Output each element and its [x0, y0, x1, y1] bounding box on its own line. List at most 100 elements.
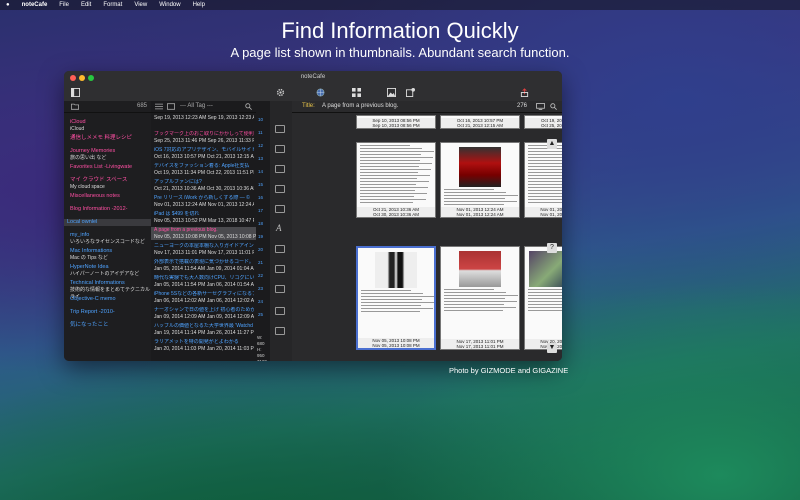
text-line: [360, 199, 426, 200]
download-icon[interactable]: [275, 145, 285, 153]
share-icon[interactable]: [275, 307, 285, 315]
text-line: [528, 181, 562, 182]
note-list-item[interactable]: iPad は $499 を切れ Nov 05, 2013 10:52 PM Mar…: [154, 211, 254, 224]
folder-item[interactable]: HyperNote Idea ハイパーノートのアイデアなど: [70, 264, 139, 278]
note-list-item[interactable]: A page from a previous blog. Nov 05, 2013…: [151, 227, 259, 240]
tag-icon[interactable]: [167, 103, 175, 110]
text-line: [360, 184, 416, 185]
folder-item[interactable]: Objective-C memo: [70, 296, 116, 303]
text-line: [528, 199, 562, 200]
menu-app-name[interactable]: noteCafe: [22, 2, 48, 8]
window-title: noteCafe: [300, 74, 326, 80]
insert-page-icon[interactable]: [275, 125, 285, 133]
gear-icon[interactable]: [276, 88, 285, 97]
text-line: [444, 292, 506, 293]
note-list-item[interactable]: ブックマーク上のおこ取りにかかしって便利 Sep 25, 2013 11:46 P…: [154, 131, 254, 144]
folder-name: Miscellaneous notes: [70, 193, 120, 199]
text-line: [360, 145, 410, 146]
note-list-item[interactable]: iPhone 5Sなどの各新サーセグラフィになるブ Jan 06, 2014 12…: [154, 291, 254, 304]
folder-item[interactable]: Miscellaneous notes: [70, 193, 120, 200]
folder-list: 685 iCloud iCloud 通信しメメモ 料理レシピ Journey Memo…: [64, 101, 154, 361]
note-list-item[interactable]: 外部表示で搭載の表現に気づかせるコード。よく Jan 05, 2014 11:54…: [154, 259, 254, 272]
note-list-item[interactable]: ラリアメットを特の開発がとよわかる Jan 20, 2014 11:03 PM J…: [154, 339, 254, 352]
print-icon[interactable]: [275, 327, 285, 335]
text-format-icon[interactable]: A: [276, 223, 282, 233]
folder-item[interactable]: Local ownlel: [64, 219, 154, 226]
thumbnail-date: Nov 01, 2013 09:20 PM Nov 01, 2013 09:20…: [525, 207, 562, 217]
sidebar-toggle-icon[interactable]: [71, 88, 80, 97]
note-title[interactable]: A page from a previous blog.: [322, 103, 398, 109]
display-icon[interactable]: [536, 103, 545, 110]
note-dates: Nov 01, 2013 12:24 AM Nov 01, 2013 12:24…: [154, 201, 254, 208]
text-line: [360, 181, 429, 182]
page-thumbnail[interactable]: Sep 10, 2013 08:56 PM Sep 10, 2013 08:56…: [356, 115, 436, 129]
page-thumbnail[interactable]: Oct 16, 2013 10:57 PM Oct 21, 2013 12:15…: [440, 115, 520, 129]
menu-edit[interactable]: Edit: [81, 2, 91, 8]
menu-window[interactable]: Window: [159, 2, 180, 8]
note-list-item[interactable]: iOS 7対応のアプリデザイン、モバイルサイト Oct 16, 2013 10:5…: [154, 147, 254, 160]
page-thumbnail[interactable]: Nov 17, 2013 11:01 PM Nov 17, 2013 11:01…: [440, 246, 520, 350]
folder-item[interactable]: iCloud iCloud: [70, 119, 86, 133]
grid-view-icon[interactable]: [352, 88, 361, 97]
folder-item[interactable]: 気になったこと: [70, 322, 109, 329]
page-thumbnail[interactable]: Nov 05, 2013 10:08 PM Nov 05, 2013 10:08…: [356, 246, 436, 350]
folder-list-header: 685: [64, 101, 151, 113]
folder-item[interactable]: Journey Memories 旅の思い出 など: [70, 148, 115, 162]
page-thumbnail[interactable]: Nov 01, 2013 09:20 PM Nov 01, 2013 09:20…: [524, 142, 562, 218]
pages-badge-icon[interactable]: [406, 88, 415, 97]
menu-format[interactable]: Format: [103, 2, 122, 8]
row-number: 13: [258, 156, 264, 161]
search-pages-icon[interactable]: [550, 103, 557, 110]
folder-item[interactable]: Mac Informations Mac の Tips など: [70, 248, 112, 262]
search-icon[interactable]: [245, 103, 252, 110]
note-list-item[interactable]: デバイスをファッション着る: Apple社支払 Oct 19, 2013 11:3…: [154, 163, 254, 176]
note-list-item[interactable]: アップルファンには? Oct 21, 2013 10:36 AM Oct 30, …: [154, 179, 254, 192]
tag-filter[interactable]: --- All Tag ---: [180, 103, 213, 109]
list-view-icon[interactable]: [155, 103, 163, 110]
note-list-item[interactable]: Pre リリース iWork から新しくする際 — © Nov 01, 2013 …: [154, 195, 254, 208]
folder-item[interactable]: my_info いろいろなライセンスコードなど: [70, 232, 145, 246]
help-button[interactable]: ?: [547, 243, 557, 253]
folder-item[interactable]: マイ クラウド スペース My cloud space: [70, 177, 127, 191]
page-thumbnail[interactable]: Oct 21, 2013 10:36 AM Oct 30, 2013 10:36…: [356, 142, 436, 218]
scroll-up-button[interactable]: ▲: [547, 139, 557, 149]
thumbnail-photo: [529, 251, 562, 287]
scroll-down-button[interactable]: ▼: [547, 343, 557, 353]
note-list-item[interactable]: Sep 19, 2013 12:23 AM Sep 19, 2013 12:23…: [154, 115, 254, 122]
note-dates: Sep 25, 2013 11:46 PM Sep 26, 2013 11:33…: [154, 137, 254, 144]
note-list-item[interactable]: ハッブルの価値となるた大学世界最 'Watchd Jan 19, 2014 11:…: [154, 323, 254, 336]
note-title: ナーオシャンで日の値を上げ 初心者のためが: [154, 307, 254, 313]
photo-icon[interactable]: [387, 88, 396, 97]
new-folder-icon[interactable]: [71, 103, 79, 110]
apple-menu-icon[interactable]: ●: [6, 2, 10, 8]
copy-icon[interactable]: [275, 205, 285, 213]
menu-view[interactable]: View: [134, 2, 147, 8]
note-list-item[interactable]: ナーオシャンで日の値を上げ 初心者のためが Jan 09, 2014 12:09 …: [154, 307, 254, 320]
note-list-item[interactable]: ニューヨークの本屋本棚な入りガイドアイン Nov 17, 2013 11:01 P…: [154, 243, 254, 256]
page-thumbnail[interactable]: Nov 01, 2013 12:24 AM Nov 01, 2013 12:24…: [440, 142, 520, 218]
menu-file[interactable]: File: [59, 2, 69, 8]
music-icon[interactable]: [275, 245, 285, 253]
folder-item[interactable]: 通信しメメモ 料理レシピ: [70, 135, 132, 142]
image-icon[interactable]: [275, 185, 285, 193]
export-icon[interactable]: [520, 88, 529, 97]
text-line: [444, 304, 504, 305]
globe-icon[interactable]: [316, 88, 325, 97]
menu-bar: ● noteCafe File Edit Format View Window …: [0, 0, 800, 10]
text-line: [444, 204, 504, 205]
folder-name: Mac Informations: [70, 248, 113, 254]
folder-item[interactable]: Trip Report -2010-: [70, 309, 115, 316]
note-title: ハッブルの価値となるた大学世界最 'Watchd: [154, 323, 253, 329]
page-thumbnail[interactable]: Oct 19, 2013 11:58 PM Oct 25, 2013 12:42…: [524, 115, 562, 129]
folder-item[interactable]: Blog Information -2012-: [70, 206, 127, 213]
page-thumbnail[interactable]: Nov 20, 2013 10:43 PM Nov 20, 2013 10:43…: [524, 246, 562, 350]
folder-icon[interactable]: [275, 165, 285, 173]
note-list-item[interactable]: 時代な実験でも大人数向けCPU、リコグにい Jan 05, 2014 11:54 …: [154, 275, 254, 288]
table-icon[interactable]: [275, 265, 285, 273]
menu-help[interactable]: Help: [193, 2, 205, 8]
height-label: H: 950: [257, 347, 265, 358]
folder-item[interactable]: Favorites List -Livingwate: [70, 164, 132, 171]
folder-name: 気になったこと: [70, 322, 109, 328]
tray-icon[interactable]: [275, 285, 285, 293]
text-line: [444, 195, 518, 196]
